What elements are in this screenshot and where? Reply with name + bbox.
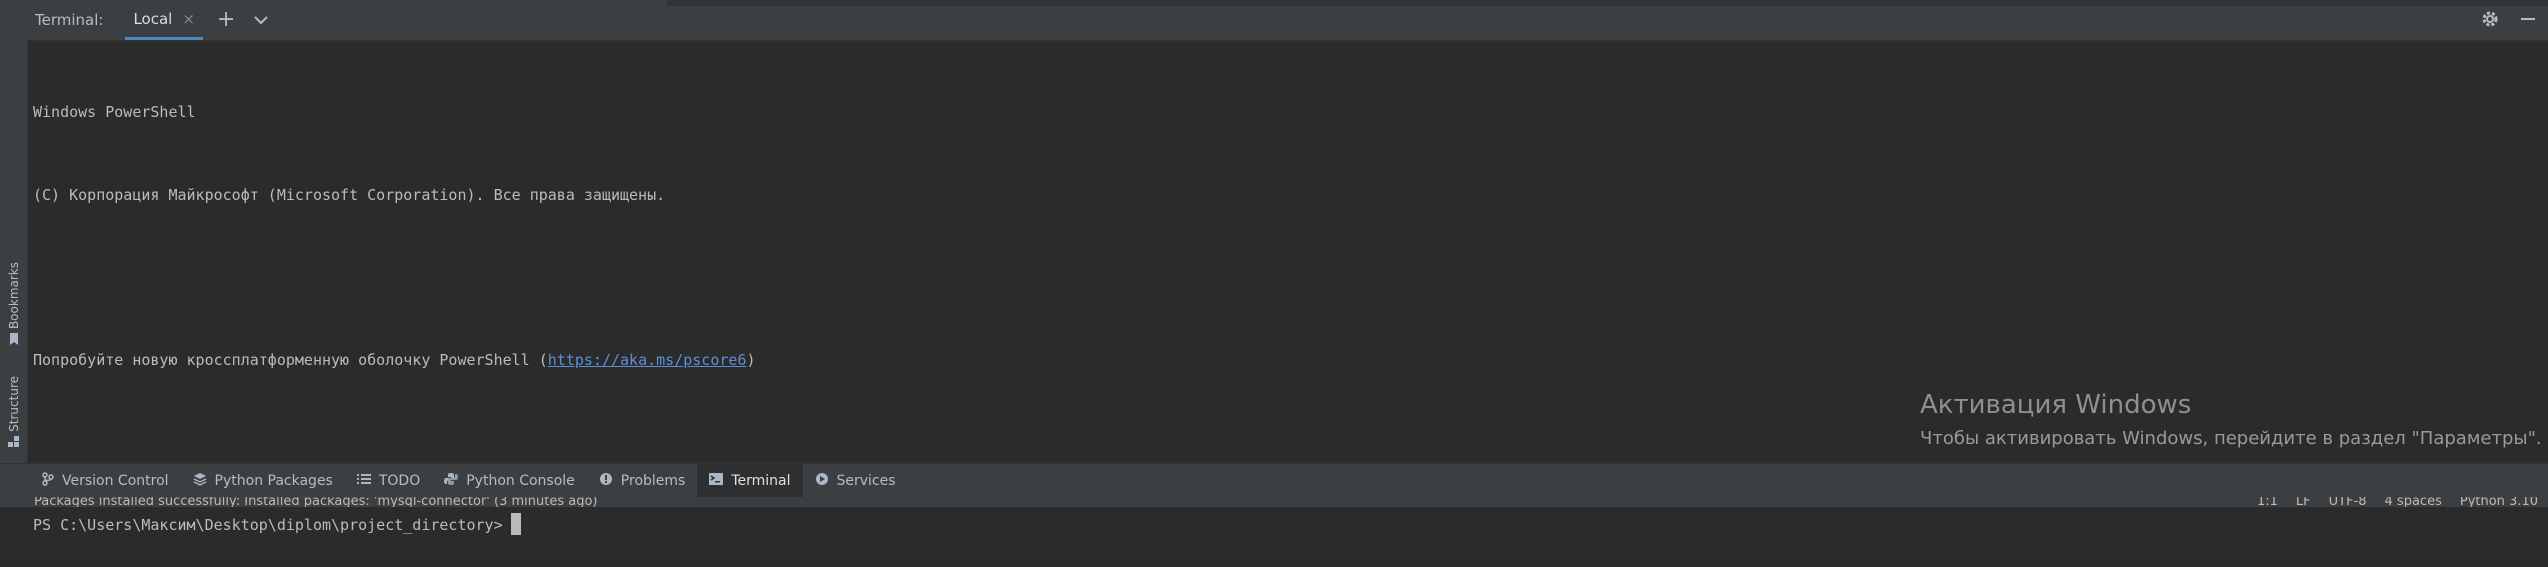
python-interpreter[interactable]: Python 3.10 bbox=[2460, 497, 2538, 507]
branch-icon bbox=[42, 472, 54, 490]
list-icon bbox=[356, 473, 371, 489]
chevron-down-icon[interactable] bbox=[253, 12, 269, 28]
terminal-blank bbox=[33, 264, 2548, 292]
status-bar: Packages installed successfully: Install… bbox=[0, 497, 2548, 507]
panel-toolbar bbox=[2480, 9, 2538, 33]
windows-activation-watermark: Активация Windows Чтобы активировать Win… bbox=[1920, 390, 2542, 449]
tab-label: Terminal bbox=[731, 473, 791, 489]
tab-label: TODO bbox=[378, 473, 421, 489]
left-tool-stripe: Bookmarks Structure bbox=[0, 0, 28, 465]
terminal-text: ) bbox=[746, 350, 756, 369]
caret-position[interactable]: 1:1 bbox=[2257, 497, 2278, 507]
tab-label: Local bbox=[133, 9, 173, 28]
terminal-tab-bar: Terminal: Local × + bbox=[27, 0, 2548, 41]
status-message[interactable]: Packages installed successfully: Install… bbox=[34, 497, 597, 507]
status-widgets: 1:1 LF UTF-8 4 spaces Python 3.10 bbox=[2257, 497, 2538, 507]
pscore-link[interactable]: https://aka.ms/pscore6 bbox=[548, 351, 747, 369]
tab-label: Version Control bbox=[62, 473, 169, 489]
tab-label: Services bbox=[836, 473, 896, 489]
tab-label: Python Console bbox=[466, 473, 575, 489]
terminal-line: Попробуйте новую кроссплатформенную обол… bbox=[33, 347, 2548, 375]
terminal-line: (С) Корпорация Майкрософт (Microsoft Cor… bbox=[33, 185, 666, 204]
python-icon bbox=[444, 472, 459, 490]
play-icon bbox=[815, 472, 829, 490]
sidebar-item-label: Structure bbox=[7, 376, 21, 432]
tab-terminal[interactable]: Terminal bbox=[697, 464, 803, 498]
terminal-icon bbox=[709, 473, 724, 489]
add-icon[interactable]: + bbox=[217, 9, 235, 31]
watermark-title: Активация Windows bbox=[1920, 390, 2192, 420]
minimize-icon[interactable] bbox=[2518, 9, 2538, 33]
terminal-line: Windows PowerShell bbox=[33, 103, 196, 121]
structure-icon bbox=[8, 435, 20, 451]
tab-todo[interactable]: TODO bbox=[345, 464, 432, 498]
tab-services[interactable]: Services bbox=[803, 464, 908, 498]
sidebar-item-label: Bookmarks bbox=[7, 262, 21, 330]
sidebar-item-bookmarks[interactable]: Bookmarks bbox=[4, 262, 24, 348]
layers-icon bbox=[193, 472, 207, 490]
watermark-subtitle: Чтобы активировать Windows, перейдите в … bbox=[1920, 428, 2542, 449]
terminal-prompt: PS C:\Users\Максим\Desktop\diplom\projec… bbox=[33, 512, 2548, 540]
tab-problems[interactable]: Problems bbox=[587, 464, 698, 498]
terminal-text: Попробуйте новую кроссплатформенную обол… bbox=[33, 350, 548, 369]
tab-local[interactable]: Local × bbox=[125, 0, 203, 40]
line-separator[interactable]: LF bbox=[2296, 497, 2311, 507]
info-icon bbox=[599, 472, 613, 490]
tab-label: Problems bbox=[620, 473, 686, 489]
tool-window-bar: Version Control Python Packages TODO Pyt… bbox=[0, 463, 2548, 498]
sidebar-item-structure[interactable]: Structure bbox=[4, 376, 24, 451]
tab-label: Python Packages bbox=[214, 473, 333, 489]
panel-title: Terminal: bbox=[35, 11, 104, 29]
file-encoding[interactable]: UTF-8 bbox=[2329, 497, 2367, 507]
close-icon[interactable]: × bbox=[182, 10, 195, 28]
top-divider bbox=[667, 0, 2548, 6]
bookmark-icon bbox=[9, 333, 19, 348]
text-cursor bbox=[510, 512, 521, 535]
indent-setting[interactable]: 4 spaces bbox=[2385, 497, 2442, 507]
tab-python-packages[interactable]: Python Packages bbox=[181, 464, 345, 498]
tab-version-control[interactable]: Version Control bbox=[30, 464, 181, 498]
tab-python-console[interactable]: Python Console bbox=[432, 464, 587, 498]
gear-icon[interactable] bbox=[2480, 9, 2500, 33]
prompt-text: PS C:\Users\Максим\Desktop\diplom\projec… bbox=[33, 515, 503, 534]
